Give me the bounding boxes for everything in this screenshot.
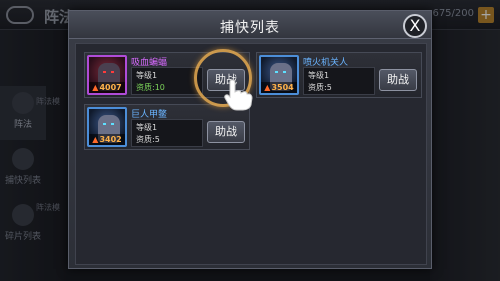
catcher-portrait: ▲4007 xyxy=(87,55,127,95)
fire-icon: ▲ xyxy=(92,83,99,92)
close-icon[interactable]: X xyxy=(403,14,427,38)
catcher-level: 等级1 xyxy=(308,71,330,80)
eye-icon xyxy=(111,123,114,125)
power-number: 3402 xyxy=(99,135,122,144)
assist-button[interactable]: 助战 xyxy=(207,121,245,143)
eye-icon xyxy=(103,71,106,73)
power-value: ▲3504 xyxy=(261,82,297,93)
eye-icon xyxy=(283,71,286,73)
eye-icon xyxy=(111,71,114,73)
catcher-quality: 资质:10 xyxy=(136,83,165,92)
catcher-level: 等级1 xyxy=(136,123,158,132)
catcher-list-dialog: 捕快列表 X ▲4007 吸血蝙蝠 等级1 资质:10 助战 ▲3504 喷火机… xyxy=(68,10,432,269)
catcher-portrait: ▲3402 xyxy=(87,107,127,147)
fire-icon: ▲ xyxy=(264,83,271,92)
power-value: ▲3402 xyxy=(89,134,125,145)
tap-hand-icon xyxy=(224,79,253,111)
catcher-quality: 资质:5 xyxy=(308,83,332,92)
catcher-card: ▲3504 喷火机关人 等级1 资质:5 助战 xyxy=(256,52,422,98)
catcher-stats: 等级1 资质:5 xyxy=(131,119,203,147)
eye-icon xyxy=(103,123,106,125)
catcher-level: 等级1 xyxy=(136,71,158,80)
eye-icon xyxy=(275,71,278,73)
assist-button[interactable]: 助战 xyxy=(379,69,417,91)
power-value: ▲4007 xyxy=(89,82,125,93)
catcher-stats: 等级1 资质:10 xyxy=(131,67,203,95)
catcher-portrait: ▲3504 xyxy=(259,55,299,95)
catcher-stats: 等级1 资质:5 xyxy=(303,67,375,95)
power-number: 4007 xyxy=(99,83,122,92)
fire-icon: ▲ xyxy=(92,135,99,144)
dialog-header: 捕快列表 X xyxy=(69,11,431,39)
dialog-title: 捕快列表 xyxy=(220,20,280,36)
catcher-quality: 资质:5 xyxy=(136,135,160,144)
power-number: 3504 xyxy=(271,83,294,92)
